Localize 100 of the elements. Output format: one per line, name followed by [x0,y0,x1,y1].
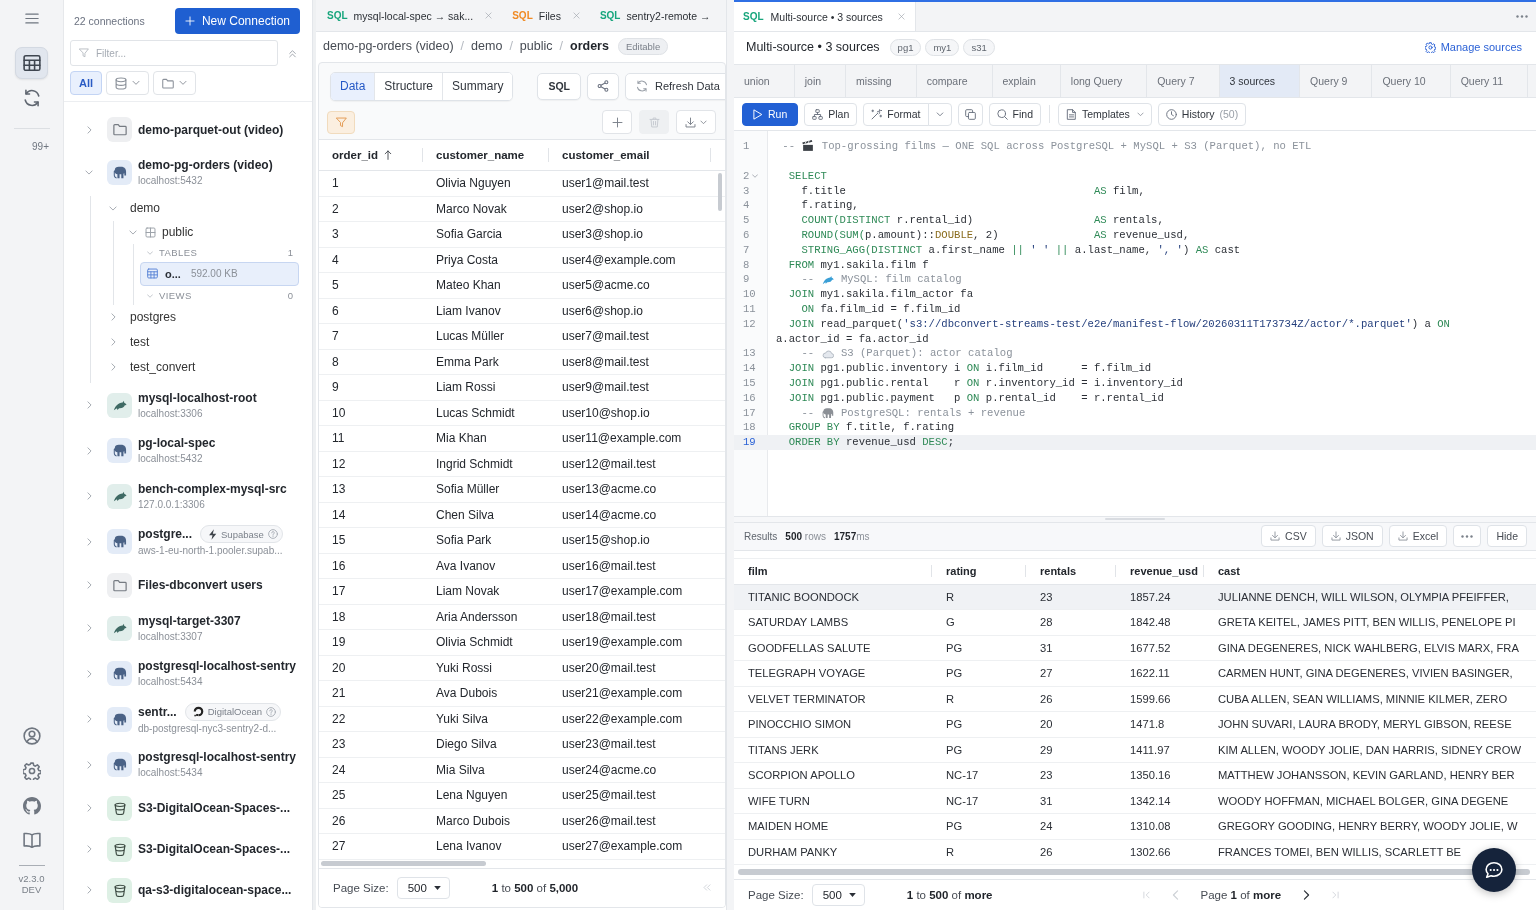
view-tab[interactable]: Structure [375,72,444,100]
chevron-right-icon[interactable] [86,624,92,633]
chevron-right-icon[interactable] [110,363,116,371]
more-button[interactable] [1453,525,1482,547]
query-tab[interactable]: 3 sources [1219,65,1301,97]
database-filter-dropdown[interactable] [106,71,150,95]
help-icon[interactable] [266,706,277,717]
github-icon[interactable] [22,797,41,815]
book-icon[interactable] [22,832,41,848]
menu-icon[interactable] [24,13,39,24]
plan-button[interactable]: Plan [804,102,858,126]
database-name[interactable]: demo [130,201,161,215]
more-icon[interactable] [1516,15,1528,18]
refresh-button[interactable]: Refresh Data [625,72,725,100]
next-page-icon[interactable] [1303,890,1311,900]
page-size-select[interactable]: 500 [811,884,865,906]
close-icon[interactable] [897,13,905,20]
export-button[interactable]: JSON [1321,525,1383,547]
result-row[interactable]: SATURDAY LAMBS G 28 1842.48 GRETA KEITEL, JAMES PITT, BEN WILLIS, PENELOPE PI [734,610,1536,636]
connection-name[interactable]: mysql-target-3307 [138,612,241,629]
chevron-right-icon[interactable] [86,537,92,546]
connection-name[interactable]: Files-dbconvert users [138,577,263,593]
collapse-all-icon[interactable] [288,48,297,58]
query-tab[interactable]: explain [992,65,1061,97]
chevron-right-icon[interactable] [86,886,92,894]
query-tab[interactable]: missing [846,65,917,97]
table-view-button[interactable] [15,47,48,79]
breadcrumb-link[interactable]: orders [570,39,609,53]
chevron-right-icon[interactable] [86,715,92,724]
export-button[interactable]: CSV [1261,525,1316,547]
chevron-right-icon[interactable] [86,492,92,501]
query-tab[interactable]: long Query [1060,65,1148,97]
table-item[interactable]: o... 592.00 KB [140,261,299,286]
result-row[interactable]: WIFE TURN NC-17 31 1342.14 WOODY HOFFMAN, MICHAEL BOLGER, GINA DEGENE [734,788,1536,814]
column-header[interactable]: cast [1204,565,1536,577]
result-row[interactable]: GOODFELLAS SALUTE PG 31 1677.52 GINA DEGENERES, NICK WAHLBERG, ELVIS MARX, FRA [734,635,1536,661]
chevron-right-icon[interactable] [86,401,92,410]
document-tab[interactable]: SQL sentry2-remote → [599,0,711,31]
filter-button[interactable] [327,110,355,134]
chevron-down-icon[interactable] [129,229,137,235]
query-tab[interactable]: compare [916,65,993,97]
schema-name[interactable]: public [162,225,194,239]
connection-name[interactable]: bench-complex-mysql-src [138,480,287,497]
chevron-down-icon[interactable] [147,250,153,255]
result-row[interactable]: MAIDEN HOME PG 24 1310.08 GREGORY GOODING, HENRY BERRY, WOODY JOLIE, W [734,814,1536,840]
connection-name[interactable]: S3-DigitalOcean-Spaces-... [138,800,291,816]
result-row[interactable]: TITANS JERK PG 29 1411.97 KIM ALLEN, WOODY JOLIE, DAN HARRIS, SIDNEY CROW [734,737,1536,763]
query-tab[interactable]: join [794,65,847,97]
folder-filter-dropdown[interactable] [153,71,197,95]
format-button[interactable]: Format [863,102,929,126]
export-button[interactable]: Excel [1388,525,1448,547]
query-tab[interactable]: union [734,65,795,97]
settings-icon[interactable] [22,762,41,780]
code-editor[interactable] [734,130,1536,516]
connection-name[interactable]: postgre... [138,526,192,543]
breadcrumb-link[interactable]: public [519,39,553,53]
chevron-right-icon[interactable] [86,669,92,678]
find-button[interactable]: Find [988,102,1041,126]
connection-name[interactable]: demo-parquet-out (video) [138,121,284,138]
connection-name[interactable]: pg-local-spec [138,435,216,452]
copy-button[interactable] [957,102,983,126]
chevron-right-icon[interactable] [86,581,92,589]
query-tab[interactable]: Query 7 [1147,65,1220,97]
result-row[interactable]: SCORPION APOLLO NC-17 23 1350.16 MATTHEW JOHANSSON, KEVIN GARLAND, HENRY BER [734,763,1536,789]
document-tab[interactable]: SQL mysql-local-spec → sak... [327,0,493,31]
view-tab[interactable]: Data [331,72,376,100]
share-button[interactable] [587,72,619,100]
chevron-right-icon[interactable] [86,845,92,853]
chevron-right-icon[interactable] [86,804,92,812]
format-options-button[interactable] [927,102,952,126]
chevron-right-icon[interactable] [86,760,92,769]
result-row[interactable]: VELVET TERMINATOR R 26 1599.66 CUBA ALLEN, SEAN WILLIAMS, MINNIE KILMER, ZERO [734,686,1536,712]
connection-name[interactable]: S3-DigitalOcean-Spaces-... [138,841,291,857]
connection-name[interactable]: postgresql-localhost-sentry [138,749,297,766]
result-row[interactable]: TITANIC BOONDOCK R 23 1857.24 JULIANNE DENCH, WILL WILSON, OLYMPIA PFEIFFER, [734,584,1536,610]
connection-name[interactable]: sentr... [138,703,177,720]
type-filter-tab[interactable]: All [70,71,103,95]
run-button[interactable]: Run [742,102,799,126]
database-name[interactable]: test [130,335,150,349]
page-size-select[interactable]: 500 [396,876,450,899]
chevron-down-icon[interactable] [109,205,117,211]
scrollbar-thumb[interactable] [321,861,486,866]
query-tab[interactable]: Query 9 [1300,65,1373,97]
breadcrumb-link[interactable]: demo-pg-orders (video) [323,39,454,53]
chevron-right-icon[interactable] [86,446,92,455]
document-tab[interactable]: SQL Files [512,0,580,31]
help-icon[interactable] [267,529,278,540]
fold-caret-icon[interactable] [752,174,759,179]
connection-name[interactable]: demo-pg-orders (video) [138,157,273,174]
chevron-down-icon[interactable] [85,170,93,176]
chevron-right-icon[interactable] [86,125,92,134]
history-button[interactable]: History (50) [1157,102,1247,126]
export-button[interactable] [676,110,716,134]
breadcrumb-link[interactable]: demo [471,39,503,53]
account-icon[interactable] [22,727,41,745]
close-icon[interactable] [485,12,493,19]
chevron-right-icon[interactable] [110,313,116,321]
chevron-down-icon[interactable] [147,293,153,298]
result-row[interactable]: PINOCCHIO SIMON PG 20 1471.8 JOHN SUVARI, LAURA BRODY, MERYL GIBSON, REESE [734,712,1536,738]
filter-field[interactable]: Filter... [70,40,278,66]
